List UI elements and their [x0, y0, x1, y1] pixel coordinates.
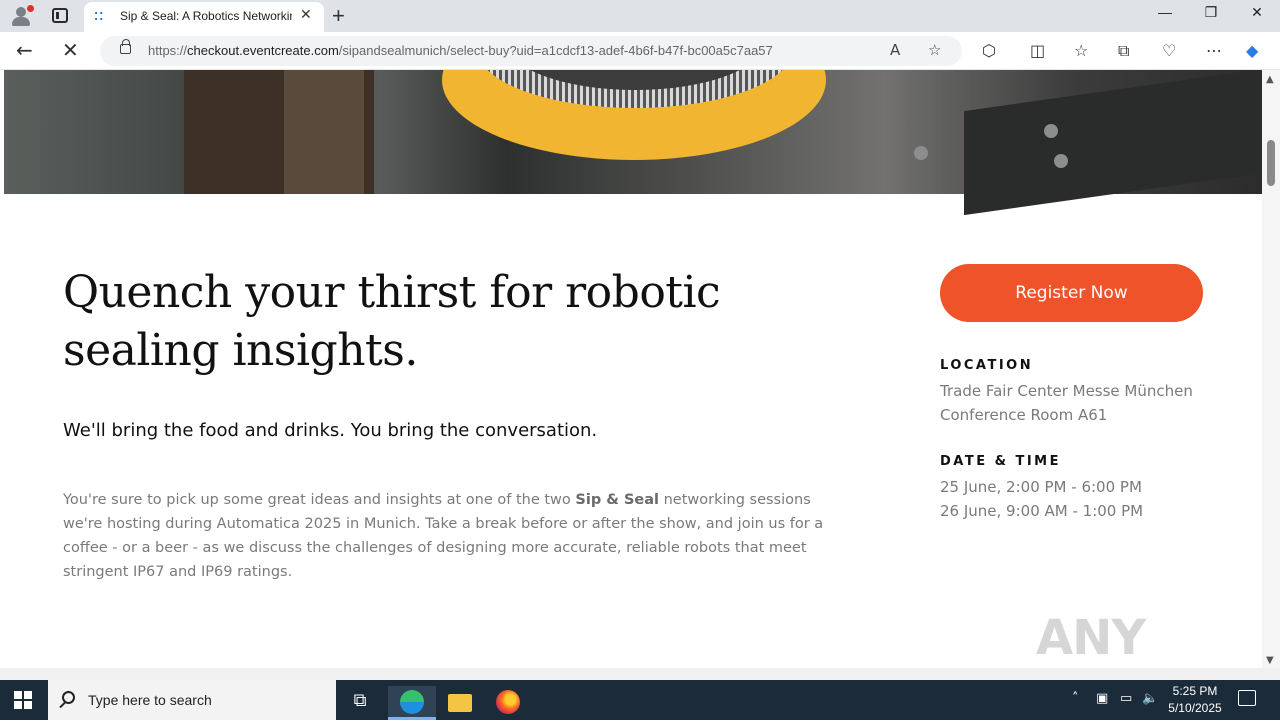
scroll-up-icon[interactable]: ▲: [1266, 74, 1274, 85]
clock-date: 5/10/2025: [1168, 701, 1222, 715]
web-page: Quench your thirst for robotic sealing i…: [4, 70, 1262, 668]
network-icon[interactable]: ▭: [1120, 691, 1132, 706]
task-view-icon[interactable]: ⧉: [336, 686, 384, 720]
browser-essentials-icon[interactable]: ♡: [1162, 41, 1176, 60]
page-subheading: We'll bring the food and drinks. You bri…: [63, 420, 598, 441]
volume-icon[interactable]: 🔈: [1142, 691, 1158, 706]
scroll-thumb[interactable]: [1267, 140, 1275, 186]
datetime-label: DATE & TIME: [940, 454, 1062, 469]
tab-active[interactable]: ⁚⁚ Sip & Seal: A Robotics Networkin ✕: [84, 2, 324, 32]
location-venue: Trade Fair Center Messe München: [940, 382, 1193, 400]
profile-avatar-icon[interactable]: [10, 5, 34, 27]
session-date-1: 25 June, 2:00 PM - 6:00 PM: [940, 478, 1142, 496]
favorites-icon[interactable]: ☆: [1074, 41, 1088, 60]
tab-close-icon[interactable]: ✕: [300, 7, 312, 23]
event-description: You're sure to pick up some great ideas …: [63, 492, 824, 580]
split-screen-icon[interactable]: ◫: [1030, 41, 1045, 60]
lock-icon[interactable]: [120, 39, 131, 54]
browser-toolbar: ← ✕ https://checkout.eventcreate.com/sip…: [0, 32, 1280, 70]
scroll-down-icon[interactable]: ▼: [1266, 655, 1274, 666]
url-text[interactable]: https://checkout.eventcreate.com/sipands…: [148, 43, 773, 58]
copilot-icon[interactable]: ◆: [1246, 41, 1258, 60]
file-explorer-icon[interactable]: [436, 686, 484, 720]
clock-time: 5:25 PM: [1172, 684, 1218, 698]
extensions-icon[interactable]: ⬡: [982, 41, 996, 60]
favorite-star-icon[interactable]: ☆: [928, 41, 941, 59]
taskbar-search-box[interactable]: Type here to search: [48, 680, 336, 720]
register-now-button[interactable]: Register Now: [940, 264, 1203, 322]
read-aloud-icon[interactable]: A: [890, 41, 900, 59]
location-label: LOCATION: [940, 358, 1034, 373]
anyrun-watermark: ANY RUN: [1036, 610, 1150, 668]
more-menu-icon[interactable]: ⋯: [1206, 41, 1222, 60]
search-placeholder: Type here to search: [88, 692, 212, 708]
location-room: Conference Room A61: [940, 406, 1108, 424]
loading-favicon-icon: ⁚⁚: [94, 10, 105, 23]
tray-chevron-icon[interactable]: ˄: [1072, 691, 1079, 706]
taskbar-clock[interactable]: 5:25 PM 5/10/2025: [1160, 683, 1230, 717]
notifications-icon[interactable]: [1238, 690, 1256, 706]
tab-title: Sip & Seal: A Robotics Networkin: [120, 9, 292, 23]
windows-taskbar: Type here to search ⧉ ˄ ▣ ▭ 🔈 5:25 PM 5/…: [0, 680, 1280, 720]
hero-image: [4, 70, 1262, 216]
browser-tab-bar: ⁚⁚ Sip & Seal: A Robotics Networkin ✕ + …: [0, 0, 1280, 32]
bottom-scroll-gutter: [0, 668, 1280, 680]
tray-device-icon[interactable]: ▣: [1096, 691, 1108, 706]
firefox-icon[interactable]: [484, 686, 532, 720]
collections-icon[interactable]: ⧉: [1118, 41, 1129, 61]
new-tab-button[interactable]: +: [332, 3, 345, 29]
address-bar[interactable]: https://checkout.eventcreate.com/sipands…: [100, 36, 962, 66]
close-window-button[interactable]: ✕: [1234, 4, 1280, 28]
session-date-2: 26 June, 9:00 AM - 1:00 PM: [940, 502, 1144, 520]
stop-loading-icon[interactable]: ✕: [62, 38, 79, 62]
minimize-button[interactable]: —: [1142, 4, 1188, 28]
back-arrow-icon[interactable]: ←: [16, 38, 33, 62]
search-icon: [62, 691, 75, 704]
vertical-scrollbar[interactable]: ▲ ▼: [1262, 70, 1280, 668]
restore-button[interactable]: ❐: [1188, 4, 1234, 28]
windows-start-icon[interactable]: [14, 691, 32, 709]
page-headline: Quench your thirst for robotic sealing i…: [63, 267, 721, 376]
edge-taskbar-icon[interactable]: [388, 686, 436, 720]
tab-actions-icon[interactable]: [52, 8, 68, 23]
